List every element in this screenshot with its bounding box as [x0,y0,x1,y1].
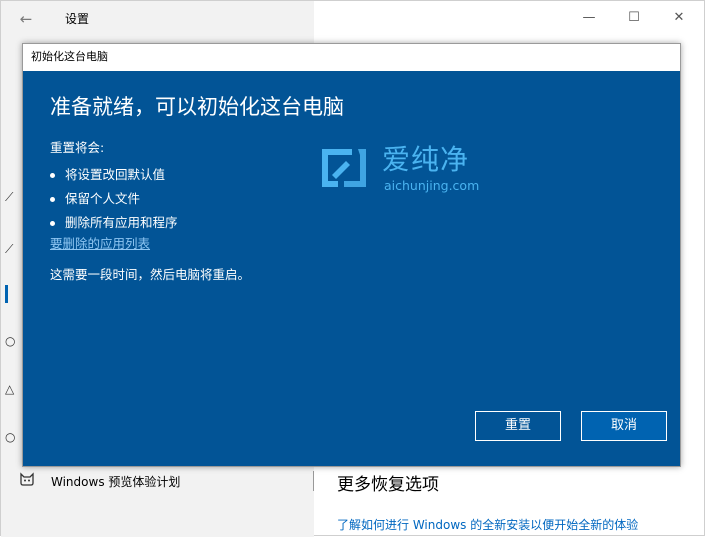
list-item-text: 保留个人文件 [65,191,141,206]
more-recovery-title: 更多恢复选项 [337,475,439,495]
bullet-icon [50,220,55,226]
bullet-icon [50,196,55,202]
sidebar-selection-indicator [5,285,8,303]
list-item-text: 删除所有应用和程序 [65,215,178,230]
close-icon[interactable]: ✕ [663,7,695,29]
list-item-text: 将设置改回默认值 [65,167,166,182]
cancel-button[interactable]: 取消 [581,411,667,441]
maximize-icon[interactable]: ☐ [618,7,650,29]
watermark: 爱纯净 aichunjing.com [318,143,518,203]
apps-to-remove-link[interactable]: 要删除的应用列表 [50,235,150,253]
dialog-body: 准备就绪，可以初始化这台电脑 重置将会: 将设置改回默认值 保留个人文件 删除所… [23,71,680,466]
sidebar-item-insider[interactable]: Windows 预览体验计划 [19,471,180,491]
intro-text: 重置将会: [50,140,105,155]
cat-icon [19,471,41,491]
reset-pc-dialog: 初始化这台电脑 准备就绪，可以初始化这台电脑 重置将会: 将设置改回默认值 保留… [22,43,681,467]
list-item: 保留个人文件 [50,187,178,211]
sidebar-partial-icon: ○ [5,430,16,444]
dialog-heading: 准备就绪，可以初始化这台电脑 [50,95,344,119]
watermark-en: aichunjing.com [384,178,480,193]
watermark-logo-icon [322,149,366,187]
clean-install-link[interactable]: 了解如何进行 Windows 的全新安装以便开始全新的体验 [337,517,638,533]
settings-title: 设置 [65,12,90,26]
list-item: 将设置改回默认值 [50,163,178,187]
settings-titlebar: ← 设置 — ☐ ✕ [1,1,705,35]
dialog-titlebar: 初始化这台电脑 [23,44,680,71]
sidebar-partial-icon: ○ [5,334,16,348]
sidebar-partial-icon: △ [5,382,15,396]
reset-actions-list: 将设置改回默认值 保留个人文件 删除所有应用和程序 [50,163,178,235]
dialog-title: 初始化这台电脑 [31,50,108,63]
pane-divider [313,471,314,491]
sidebar-partial-icon: ⟋ [5,242,14,256]
bullet-icon [50,172,55,178]
back-arrow-icon[interactable]: ← [15,9,37,29]
minimize-icon[interactable]: — [573,7,605,29]
watermark-cn: 爱纯净 [382,143,470,176]
sidebar-item-label: Windows 预览体验计划 [51,474,181,489]
list-item: 删除所有应用和程序 [50,211,178,235]
reset-button[interactable]: 重置 [475,411,561,441]
restart-notice: 这需要一段时间，然后电脑将重启。 [50,267,251,282]
sidebar-partial-icon: ⟋ [5,190,14,204]
